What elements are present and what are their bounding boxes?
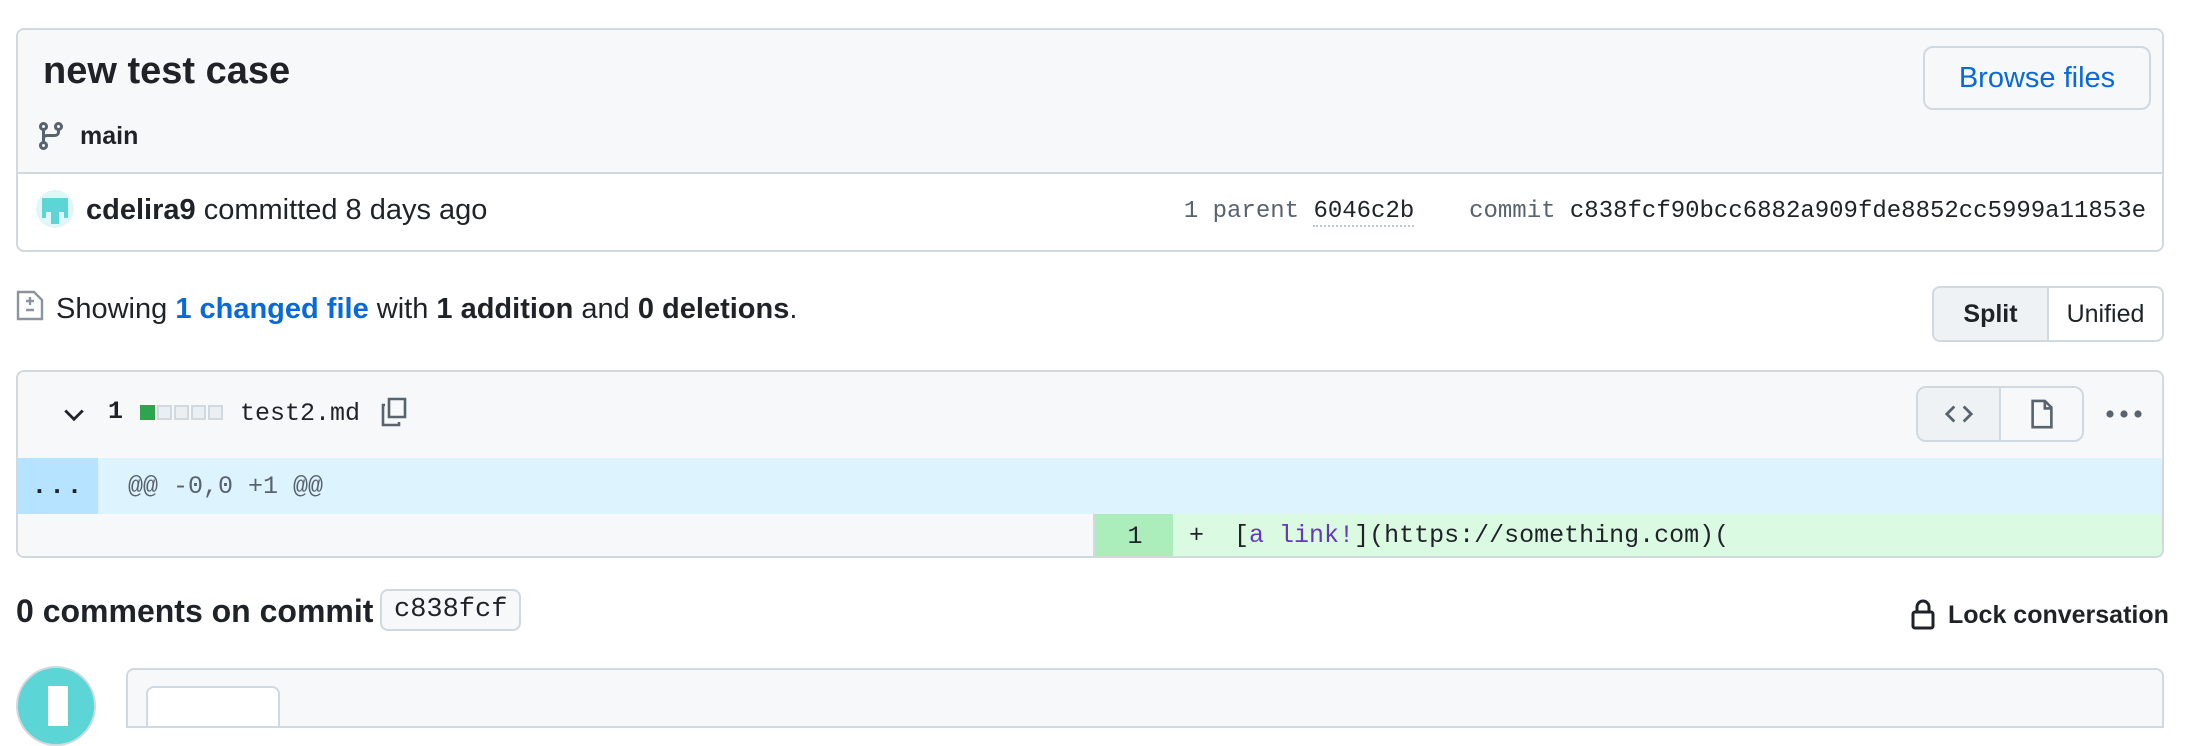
unified-view-button[interactable]: Unified	[2049, 288, 2162, 340]
diffstat-empty-box	[208, 405, 223, 420]
line-number[interactable]: 1	[1093, 514, 1175, 556]
summary-with: with	[376, 293, 429, 325]
diff-summary: Showing 1 changed file with 1 addition a…	[56, 293, 797, 326]
deletions-count: 0 deletions	[637, 293, 790, 325]
commit-sha: c838fcf90bcc6882a909fde8852cc5999a11853e	[1569, 198, 2146, 225]
added-line-text: + [a link!](https://something.com)(	[1189, 521, 1729, 550]
added-line-row: 1 + [a link!](https://something.com)(	[18, 514, 2162, 556]
commit-time: 8 days ago	[345, 194, 488, 226]
parent-label: 1 parent	[1183, 198, 1300, 225]
author-avatar[interactable]	[36, 190, 74, 228]
diffstat-boxes	[140, 405, 223, 420]
comment-editor-header	[126, 668, 2164, 728]
commit-action: committed	[203, 194, 338, 226]
lock-conversation-button[interactable]: Lock conversation	[1948, 601, 2169, 630]
summary-prefix: Showing	[56, 293, 168, 325]
diff-view-toggle: Split Unified	[1932, 286, 2164, 342]
diffstat-add-box	[140, 405, 155, 420]
hunk-header-text: @@ -0,0 +1 @@	[128, 472, 324, 501]
view-file-button[interactable]	[2001, 388, 2082, 440]
browse-files-button[interactable]: Browse files	[1923, 46, 2151, 110]
file-header: 1 test2.md	[18, 372, 2162, 460]
hunk-header-row: ... @@ -0,0 +1 @@	[18, 458, 2162, 514]
commit-sha-pill: c838fcf	[380, 589, 522, 631]
additions-count: 1 addition	[436, 293, 574, 325]
diffstat-empty-box	[157, 405, 172, 420]
author-name[interactable]: cdelira9	[86, 194, 196, 226]
code-token-link-text: a link!	[1249, 521, 1355, 550]
branch-name[interactable]: main	[80, 122, 138, 151]
chevron-down-icon[interactable]	[60, 400, 88, 428]
file-view-buttons	[1916, 386, 2084, 442]
code-icon	[1944, 405, 1973, 423]
commit-parent-info: 1 parent 6046c2b commit c838fcf90bcc6882…	[1183, 198, 2146, 227]
lock-icon	[1911, 599, 1935, 630]
comments-title: 0 comments on commit	[16, 593, 374, 629]
summary-and: and	[581, 293, 630, 325]
file-diff: 1 test2.md ... @@ -0,0 +1 @@ 1 + [a link…	[16, 370, 2164, 558]
added-line-code: + [a link!](https://something.com)(	[1173, 514, 2162, 556]
kebab-horizontal-icon[interactable]	[2104, 398, 2144, 430]
expand-hunk-button[interactable]: ...	[18, 458, 98, 514]
code-view-button[interactable]	[1918, 388, 2001, 440]
commit-header: new test case main Browse files cdelira9…	[16, 28, 2164, 252]
file-name-link[interactable]: test2.md	[240, 399, 360, 428]
file-change-count: 1	[108, 397, 124, 426]
diffstat-empty-box	[191, 405, 206, 420]
summary-period: .	[789, 293, 798, 325]
write-tab[interactable]	[146, 686, 280, 726]
commit-header-top: new test case main Browse files	[18, 30, 2162, 174]
parent-sha-link[interactable]: 6046c2b	[1313, 198, 1415, 227]
file-icon	[2030, 399, 2053, 429]
split-view-button[interactable]: Split	[1934, 288, 2049, 340]
git-branch-icon	[38, 122, 63, 151]
file-diff-icon	[16, 290, 44, 321]
code-token: ](https://something.com)(	[1354, 521, 1730, 550]
changed-files-link[interactable]: 1 changed file	[175, 293, 368, 325]
commit-author-line: cdelira9 committed 8 days ago	[86, 194, 487, 227]
code-token: [	[1234, 521, 1250, 550]
commit-title: new test case	[43, 50, 291, 92]
copy-icon[interactable]	[378, 396, 410, 428]
diff-marker: +	[1189, 521, 1205, 550]
current-user-avatar[interactable]	[16, 666, 96, 746]
commit-label: commit	[1469, 198, 1556, 225]
diffstat-empty-box	[174, 405, 189, 420]
